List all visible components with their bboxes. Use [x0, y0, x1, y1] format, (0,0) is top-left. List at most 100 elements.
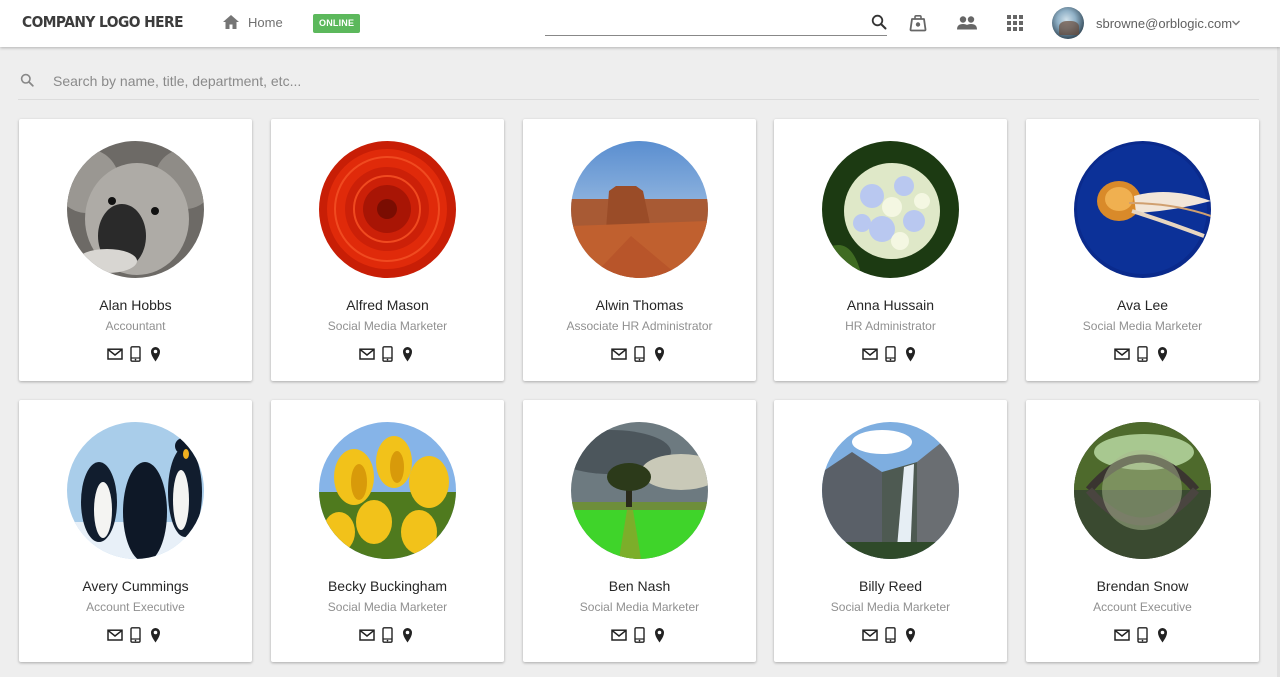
home-link[interactable]: Home: [222, 14, 283, 30]
email-icon[interactable]: [359, 627, 376, 643]
mobile-phone-icon[interactable]: [382, 346, 394, 362]
employee-card[interactable]: Brendan Snow Account Executive: [1026, 400, 1259, 662]
global-search: [545, 10, 887, 36]
location-pin-icon[interactable]: [1157, 627, 1169, 643]
employee-card[interactable]: Becky Buckingham Social Media Marketer: [271, 400, 504, 662]
mobile-phone-icon[interactable]: [1137, 346, 1149, 362]
profile-photo: [67, 141, 204, 278]
contact-actions: [1114, 346, 1174, 362]
profile-photo: [571, 422, 708, 559]
employee-title: Social Media Marketer: [327, 319, 448, 333]
mobile-phone-icon[interactable]: [885, 627, 897, 643]
employee-name: Ben Nash: [608, 578, 671, 594]
hydrangea-image: [822, 141, 959, 278]
email-icon[interactable]: [611, 346, 628, 362]
contact-actions: [862, 627, 922, 643]
location-pin-icon[interactable]: [150, 627, 162, 643]
employee-name: Ava Lee: [1116, 297, 1169, 313]
mobile-phone-icon[interactable]: [1137, 627, 1149, 643]
briefcase-icon[interactable]: [908, 14, 928, 32]
email-icon[interactable]: [862, 346, 879, 362]
employee-card[interactable]: Avery Cummings Account Executive: [19, 400, 252, 662]
search-icon: [20, 73, 34, 87]
profile-photo: [319, 141, 456, 278]
employee-card[interactable]: Ava Lee Social Media Marketer: [1026, 119, 1259, 381]
directory-search-input[interactable]: [53, 70, 1233, 92]
employee-card[interactable]: Alwin Thomas Associate HR Administrator: [523, 119, 756, 381]
employee-card[interactable]: Alan Hobbs Accountant: [19, 119, 252, 381]
global-search-input[interactable]: [545, 10, 855, 34]
email-icon[interactable]: [611, 627, 628, 643]
email-icon[interactable]: [1114, 627, 1131, 643]
mobile-phone-icon[interactable]: [130, 627, 142, 643]
profile-photo: [319, 422, 456, 559]
user-avatar[interactable]: [1052, 7, 1084, 39]
employee-name: Alfred Mason: [346, 297, 429, 313]
mobile-phone-icon[interactable]: [634, 627, 646, 643]
employee-title: HR Administrator: [845, 319, 936, 333]
profile-photo: [822, 141, 959, 278]
contact-actions: [611, 346, 671, 362]
employee-title: Social Media Marketer: [327, 600, 448, 614]
location-pin-icon[interactable]: [150, 346, 162, 362]
employee-name: Avery Cummings: [82, 578, 189, 594]
profile-photo: [67, 422, 204, 559]
location-pin-icon[interactable]: [1157, 346, 1169, 362]
people-icon[interactable]: [956, 14, 978, 32]
mobile-phone-icon[interactable]: [634, 346, 646, 362]
user-email[interactable]: sbrowne@orblogic.com: [1096, 16, 1232, 31]
chevron-down-icon[interactable]: [1231, 18, 1241, 28]
tree-field-image: [571, 422, 708, 559]
employee-card[interactable]: Alfred Mason Social Media Marketer: [271, 119, 504, 381]
employee-title: Social Media Marketer: [830, 600, 951, 614]
employee-name: Anna Hussain: [846, 297, 935, 313]
red-flower-image: [319, 141, 456, 278]
desert-butte-image: [571, 141, 708, 278]
mobile-phone-icon[interactable]: [885, 346, 897, 362]
email-icon[interactable]: [1114, 346, 1131, 362]
location-pin-icon[interactable]: [905, 627, 917, 643]
employee-card[interactable]: Ben Nash Social Media Marketer: [523, 400, 756, 662]
employee-name: Becky Buckingham: [327, 578, 448, 594]
bridge-reflection-image: [1074, 422, 1211, 559]
tulips-image: [319, 422, 456, 559]
email-icon[interactable]: [359, 346, 376, 362]
employee-card[interactable]: Anna Hussain HR Administrator: [774, 119, 1007, 381]
contact-actions: [107, 627, 167, 643]
email-icon[interactable]: [862, 627, 879, 643]
mobile-phone-icon[interactable]: [130, 346, 142, 362]
company-logo[interactable]: COMPANY LOGO HERE: [22, 13, 184, 31]
location-pin-icon[interactable]: [402, 627, 414, 643]
location-pin-icon[interactable]: [654, 346, 666, 362]
email-icon[interactable]: [107, 627, 124, 643]
directory-search: [18, 64, 1259, 100]
profile-photo: [822, 422, 959, 559]
contact-actions: [359, 627, 419, 643]
search-icon[interactable]: [871, 14, 887, 30]
location-pin-icon[interactable]: [905, 346, 917, 362]
location-pin-icon[interactable]: [654, 627, 666, 643]
employee-name: Brendan Snow: [1096, 578, 1189, 594]
contact-actions: [611, 627, 671, 643]
home-icon: [223, 15, 239, 29]
employee-name: Billy Reed: [858, 578, 923, 594]
contact-actions: [1114, 627, 1174, 643]
email-icon[interactable]: [107, 346, 124, 362]
location-pin-icon[interactable]: [402, 346, 414, 362]
employee-title: Accountant: [105, 319, 166, 333]
employee-title: Account Executive: [86, 600, 185, 614]
top-navigation-bar: COMPANY LOGO HERE Home ONLINE sbrowne@or…: [0, 0, 1280, 47]
employee-title: Associate HR Administrator: [566, 319, 713, 333]
employee-title: Account Executive: [1093, 600, 1192, 614]
contact-actions: [359, 346, 419, 362]
apps-grid-icon[interactable]: [1006, 14, 1024, 32]
profile-photo: [571, 141, 708, 278]
home-label: Home: [248, 14, 283, 30]
status-badge: ONLINE: [313, 14, 361, 33]
employee-card[interactable]: Billy Reed Social Media Marketer: [774, 400, 1007, 662]
profile-photo: [1074, 141, 1211, 278]
profile-photo: [1074, 422, 1211, 559]
mobile-phone-icon[interactable]: [382, 627, 394, 643]
penguins-image: [67, 422, 204, 559]
koala-image: [67, 141, 204, 278]
